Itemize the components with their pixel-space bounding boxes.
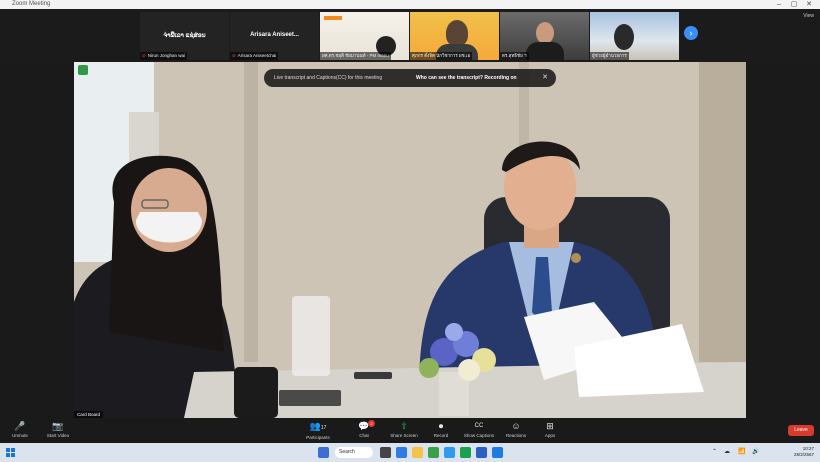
taskbar-clock[interactable]: 10:27 28/2/2567 [794,446,814,458]
show-hidden-icons-icon[interactable]: ⌃ [712,448,717,455]
chat-icon: 💬 [358,421,370,431]
toolbar-label: Start Video [46,433,70,438]
participant-name: ຈ່າພີ່ເລາ ແຊ່ສ່ອນ [163,33,206,39]
participant-strip: ຈ່າພີ່ເລາ ແຊ່ສ່ອນ ⊘ Nirun Jonghan wai Ari… [0,9,820,62]
participant-label: ศุภกร ตั้งจิต นักวิชาการ ผช.เอ [410,52,473,60]
outlook-app-icon[interactable] [492,447,503,458]
participant-tile[interactable]: ຈ່າພີ່ເລາ ແຊ່ສ່ອນ ⊘ Nirun Jonghan wai [140,12,229,60]
camera-icon: 📷 [52,421,64,431]
windows-taskbar: Search ⌃ ☁ 📶 🔊 10:27 28/2/2567 [0,443,820,462]
leave-button[interactable]: Leave [788,425,814,436]
transcript-banner: Live transcript and Captions(CC) for thi… [264,69,556,87]
participant-tile[interactable]: ดร.สุทธิชัย ฯ [500,12,589,60]
zoom-app-icon[interactable] [444,447,455,458]
next-page-button[interactable]: › [684,26,698,40]
reactions-button[interactable]: ☺ Reactions [498,420,534,440]
water-glass [292,296,330,376]
wall-panel [699,62,746,362]
lapel-pin [571,253,581,263]
flower-leaf [419,358,439,378]
tablet-device [279,390,341,406]
share-screen-button[interactable]: ⇧ Share Screen [386,420,422,440]
banner-close-button[interactable]: ✕ [542,69,548,87]
participant-body [526,42,564,60]
apps-button[interactable]: ⊞ Apps [532,420,568,440]
mic-muted-icon: ⊘ [232,53,236,58]
taskbar-search[interactable]: Search [335,447,373,458]
speaker-video-scene [74,62,746,418]
toolbar-label: Apps [544,433,556,438]
participant-tile[interactable]: ผศ.ดร.ชยุติ ชัยมานนท์ - PM manu [320,12,409,60]
word-app-icon[interactable] [476,447,487,458]
participant-avatar [614,24,634,50]
wall-panel [244,62,258,362]
line-app-icon[interactable] [460,447,471,458]
windows-start-icon[interactable] [6,448,15,457]
share-screen-icon: ⇧ [400,421,408,431]
wifi-icon[interactable]: 📶 [738,448,745,455]
chrome-icon[interactable] [428,447,439,458]
maximize-button[interactable]: ▢ [787,0,801,9]
flower-bloom [458,359,480,381]
clock-date: 28/2/2567 [793,452,814,457]
mic-muted-icon: ⊘ [142,53,146,58]
meeting-toolbar: 🎤 Unmute 📷 Start Video 👥17 Participants … [0,418,820,443]
participant-tile[interactable]: ศุภกร ตั้งจิต นักวิชาการ ผช.เอ [410,12,499,60]
speaker-name-label: Card Board [74,411,104,418]
participant-tile[interactable]: Arisara Aniseet... ⊘ Arisara Aniseetchai [230,12,319,60]
chat-badge: 2 [368,420,375,427]
edge-browser-icon[interactable] [396,447,407,458]
security-shield-icon[interactable] [78,65,88,75]
flower-bloom [445,323,463,341]
participant-name: Arisara Aniseet... [250,32,299,38]
show-captions-button[interactable]: CC Show Captions [461,420,497,440]
unmute-button[interactable]: 🎤 Unmute [2,420,38,440]
windows-start-button[interactable] [318,447,329,458]
participant-label: ผู้ช่วยผู้อำนวยการ [590,52,629,60]
transcript-info-link[interactable]: Who can see the transcript? Recording on [416,69,517,87]
toolbar-label: Participants [306,435,330,440]
toolbar-label: Chat [359,433,369,438]
reactions-icon: ☺ [511,421,521,431]
toolbar-label: Unmute [12,433,28,438]
participant-tile[interactable]: ผู้ช่วยผู้อำนวยการ [590,12,679,60]
captions-icon: CC [474,423,484,429]
participants-button[interactable]: 👥17 Participants [300,420,336,442]
window-title: Zoom Meeting [12,1,51,7]
close-button[interactable]: ✕ [802,0,816,9]
participant-label: ⊘ Nirun Jonghan wai [140,52,188,60]
file-explorer-icon[interactable] [412,447,423,458]
record-icon: ⏺ [438,421,444,431]
toolbar-label: Share Screen [390,433,418,438]
banner-text: Live transcript and Captions(CC) for thi… [274,75,383,81]
phone-device [354,372,392,379]
minimize-button[interactable]: – [772,0,786,9]
task-view-icon[interactable] [380,447,391,458]
view-button[interactable]: View [803,13,814,19]
participant-avatar [536,22,554,44]
participant-label: ผศ.ดร.ชยุติ ชัยมานนท์ - PM manu [320,52,391,60]
participants-icon: 👥17 [309,421,327,431]
coffee-tumbler [234,367,278,418]
participant-label: ดร.สุทธิชัย ฯ [500,52,529,60]
microphone-icon: 🎤 [14,421,26,431]
main-video[interactable] [74,62,746,418]
title-bar: Zoom Meeting – ▢ ✕ [0,0,820,9]
record-button[interactable]: ⏺ Record [423,420,459,440]
orange-logo-icon [324,16,342,20]
apps-icon: ⊞ [546,421,554,431]
participant-avatar [446,20,468,46]
toolbar-label: Record [433,433,449,438]
volume-icon[interactable]: 🔊 [752,448,759,455]
cloud-icon[interactable]: ☁ [724,448,730,455]
participant-label: ⊘ Arisara Aniseetchai [230,52,279,60]
start-video-button[interactable]: 📷 Start Video [40,420,76,440]
toolbar-label: Show Captions [463,433,495,438]
chat-button[interactable]: 💬 2 Chat [346,420,382,440]
toolbar-label: Reactions [505,433,526,438]
